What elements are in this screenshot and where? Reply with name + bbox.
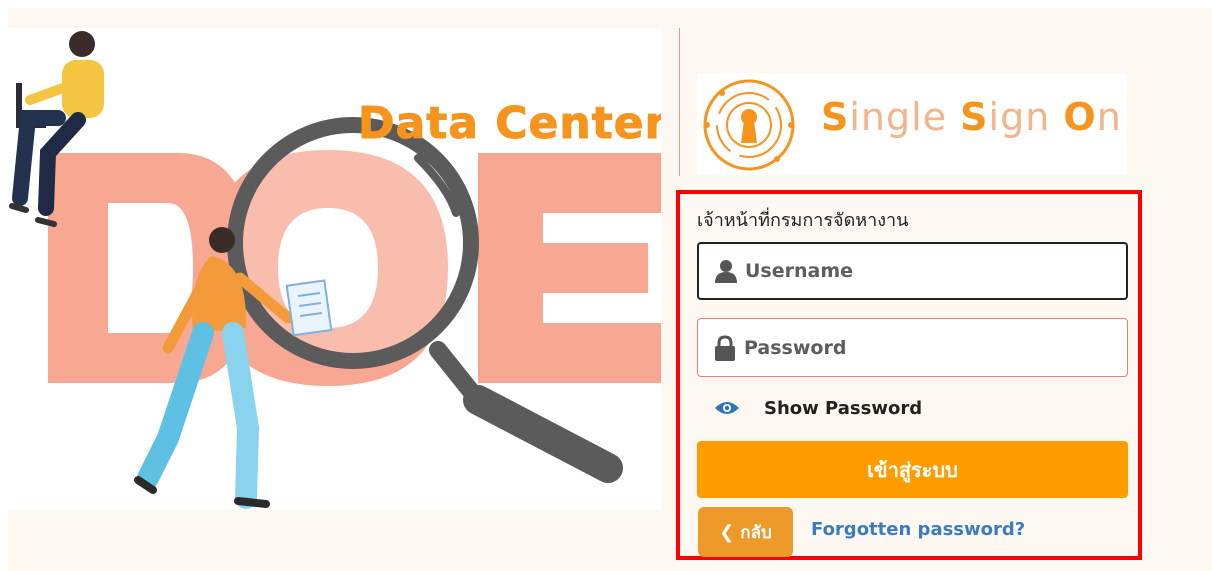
login-heading: เจ้าหน้าที่กรมการจัดหางาน bbox=[697, 210, 909, 231]
hero-illustration: Data Center bbox=[8, 28, 661, 510]
lock-icon bbox=[715, 334, 735, 361]
username-field[interactable] bbox=[697, 242, 1128, 300]
password-input[interactable] bbox=[744, 319, 1114, 376]
chevron-left-icon: ❮ bbox=[719, 521, 735, 543]
username-input[interactable] bbox=[745, 244, 1115, 298]
sso-letter-s2: S bbox=[960, 95, 989, 139]
sso-word-n: n bbox=[1096, 95, 1122, 139]
keyhole-icon bbox=[703, 79, 795, 171]
back-button-label: กลับ bbox=[740, 522, 772, 543]
vertical-divider bbox=[679, 28, 680, 176]
back-button[interactable]: ❮ กลับ bbox=[698, 507, 793, 557]
sso-word-ign: ign bbox=[988, 95, 1064, 139]
eye-icon[interactable] bbox=[714, 400, 740, 416]
sso-logo-text: Single Sign On bbox=[821, 95, 1122, 139]
user-icon bbox=[715, 260, 737, 283]
password-field[interactable] bbox=[697, 318, 1128, 377]
show-password-toggle[interactable]: Show Password bbox=[714, 394, 922, 422]
sso-letter-o: O bbox=[1063, 95, 1097, 139]
sso-letter-s1: S bbox=[821, 95, 850, 139]
login-button[interactable]: เข้าสู่ระบบ bbox=[697, 441, 1128, 498]
sso-word-ingle: ingle bbox=[849, 95, 961, 139]
forgot-password-link[interactable]: Forgotten password? bbox=[811, 519, 1025, 540]
hero-title: Data Center bbox=[357, 98, 661, 150]
sso-logo: Single Sign On bbox=[697, 73, 1127, 175]
show-password-label[interactable]: Show Password bbox=[764, 398, 922, 419]
